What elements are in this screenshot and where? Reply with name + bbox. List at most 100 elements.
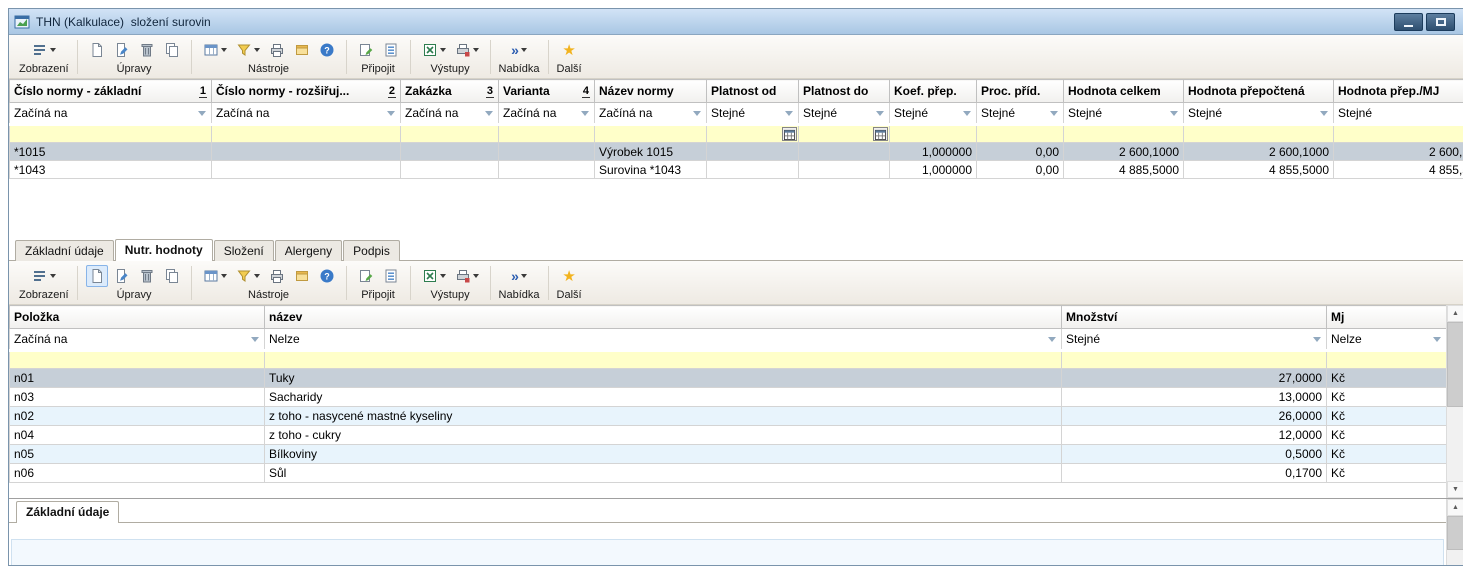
cell[interactable]: 4 855,5000: [1334, 161, 1463, 179]
filter-cell[interactable]: Stejné: [1184, 103, 1334, 125]
print-button[interactable]: [266, 265, 288, 287]
table-row[interactable]: n04 z toho - cukry 12,0000 Kč: [10, 426, 1447, 445]
cell[interactable]: *1043: [10, 161, 212, 179]
new-button[interactable]: [86, 265, 108, 287]
cell[interactable]: 2 600,1000: [1064, 143, 1184, 161]
column-header-cislo-normy-zakladni[interactable]: Číslo normy - základní1: [10, 80, 212, 103]
cell[interactable]: [707, 161, 799, 179]
star-button[interactable]: ★: [558, 265, 580, 287]
tab-podpis[interactable]: Podpis: [343, 240, 400, 261]
column-header-mnozstvi[interactable]: Množství: [1062, 306, 1327, 329]
tab-slozeni[interactable]: Složení: [214, 240, 274, 261]
column-header-hodnota-prepoctena[interactable]: Hodnota přepočtená: [1184, 80, 1334, 103]
table-row[interactable]: n01 Tuky 27,0000 Kč: [10, 369, 1447, 388]
star-button[interactable]: ★: [558, 39, 580, 61]
menu-more-button[interactable]: »: [508, 39, 530, 61]
cell[interactable]: n03: [10, 388, 265, 407]
table-row[interactable]: n06 Sůl 0,1700 Kč: [10, 464, 1447, 483]
scroll-up-button[interactable]: ▲: [1447, 499, 1463, 516]
window-button[interactable]: [291, 39, 313, 61]
filter-input-cell[interactable]: [265, 351, 1062, 369]
scroll-down-button[interactable]: ▼: [1447, 481, 1463, 498]
cell[interactable]: [401, 143, 499, 161]
cell[interactable]: 0,00: [977, 161, 1064, 179]
cell[interactable]: Kč: [1327, 407, 1447, 426]
column-header-mj[interactable]: Mj: [1327, 306, 1447, 329]
filter-cell[interactable]: Stejné: [1064, 103, 1184, 125]
column-header-cislo-normy-rozsirujici[interactable]: Číslo normy - rozšiřuj...2: [212, 80, 401, 103]
filter-cell[interactable]: Začíná na: [10, 329, 265, 351]
cell[interactable]: 1,000000: [890, 143, 977, 161]
menu-more-button[interactable]: »: [508, 265, 530, 287]
filter-input-cell[interactable]: [595, 125, 707, 143]
cell[interactable]: 1,000000: [890, 161, 977, 179]
cell[interactable]: n02: [10, 407, 265, 426]
print-button[interactable]: [266, 39, 288, 61]
tab-zakladni-udaje[interactable]: Základní údaje: [15, 240, 114, 261]
cell[interactable]: Kč: [1327, 369, 1447, 388]
cell[interactable]: [212, 161, 401, 179]
cell[interactable]: Bílkoviny: [265, 445, 1062, 464]
window-button[interactable]: [291, 265, 313, 287]
filter-input-cell-platnost-od[interactable]: [707, 125, 799, 143]
cell[interactable]: Kč: [1327, 445, 1447, 464]
print-export-button[interactable]: [452, 265, 482, 287]
filter-cell[interactable]: Začíná na: [595, 103, 707, 125]
copy-button[interactable]: [161, 39, 183, 61]
attach-list-button[interactable]: [380, 265, 402, 287]
column-header-hodnota-celkem[interactable]: Hodnota celkem: [1064, 80, 1184, 103]
filter-cell[interactable]: Začíná na: [10, 103, 212, 125]
tab-alergeny[interactable]: Alergeny: [275, 240, 342, 261]
columns-button[interactable]: [200, 265, 230, 287]
table-row[interactable]: n03 Sacharidy 13,0000 Kč: [10, 388, 1447, 407]
filter-cell[interactable]: Nelze: [265, 329, 1062, 351]
table-row[interactable]: n05 Bílkoviny 0,5000 Kč: [10, 445, 1447, 464]
column-header-zakazka[interactable]: Zakázka3: [401, 80, 499, 103]
cell[interactable]: [401, 161, 499, 179]
excel-export-button[interactable]: [419, 265, 449, 287]
delete-button[interactable]: [136, 265, 158, 287]
cell[interactable]: 26,0000: [1062, 407, 1327, 426]
edit-button[interactable]: [111, 39, 133, 61]
cell[interactable]: [499, 161, 595, 179]
filter-cell[interactable]: Stejné: [890, 103, 977, 125]
filter-cell[interactable]: Stejné: [1334, 103, 1463, 125]
cell[interactable]: 4 855,5000: [1184, 161, 1334, 179]
scroll-thumb[interactable]: [1447, 322, 1463, 407]
filter-input-cell[interactable]: [10, 125, 212, 143]
filter-input-cell[interactable]: [977, 125, 1064, 143]
help-button[interactable]: ?: [316, 39, 338, 61]
filter-cell[interactable]: Stejné: [1062, 329, 1327, 351]
filter-cell[interactable]: Začíná na: [499, 103, 595, 125]
cell[interactable]: z toho - nasycené mastné kyseliny: [265, 407, 1062, 426]
cell[interactable]: Sůl: [265, 464, 1062, 483]
cell[interactable]: 2 600,1000: [1334, 143, 1463, 161]
column-header-platnost-do[interactable]: Platnost do: [799, 80, 890, 103]
print-export-button[interactable]: [452, 39, 482, 61]
tab-nutr-hodnoty[interactable]: Nutr. hodnoty: [115, 239, 213, 261]
edit-button[interactable]: [111, 265, 133, 287]
cell[interactable]: 0,1700: [1062, 464, 1327, 483]
cell[interactable]: Surovina *1043: [595, 161, 707, 179]
cell[interactable]: [799, 161, 890, 179]
column-header-proc-prid[interactable]: Proc. příd.: [977, 80, 1064, 103]
new-button[interactable]: [86, 39, 108, 61]
cell[interactable]: 0,5000: [1062, 445, 1327, 464]
cell[interactable]: [799, 143, 890, 161]
columns-button[interactable]: [200, 39, 230, 61]
column-header-hodnota-prep-mj[interactable]: Hodnota přep./MJ: [1334, 80, 1463, 103]
cell[interactable]: *1015: [10, 143, 212, 161]
cell[interactable]: 27,0000: [1062, 369, 1327, 388]
column-header-polozka[interactable]: Položka: [10, 306, 265, 329]
zobrazeni-menu-button[interactable]: [29, 39, 59, 61]
filter-input-cell[interactable]: [1334, 125, 1463, 143]
column-header-nazev[interactable]: název: [265, 306, 1062, 329]
filter-button[interactable]: [233, 265, 263, 287]
cell[interactable]: 2 600,1000: [1184, 143, 1334, 161]
cell[interactable]: Kč: [1327, 426, 1447, 445]
cell[interactable]: 13,0000: [1062, 388, 1327, 407]
table-row[interactable]: *1015 Výrobek 1015 1,000000 0,00 2 600,1…: [10, 143, 1463, 161]
column-header-nazev-normy[interactable]: Název normy: [595, 80, 707, 103]
cell[interactable]: 12,0000: [1062, 426, 1327, 445]
column-header-varianta[interactable]: Varianta4: [499, 80, 595, 103]
